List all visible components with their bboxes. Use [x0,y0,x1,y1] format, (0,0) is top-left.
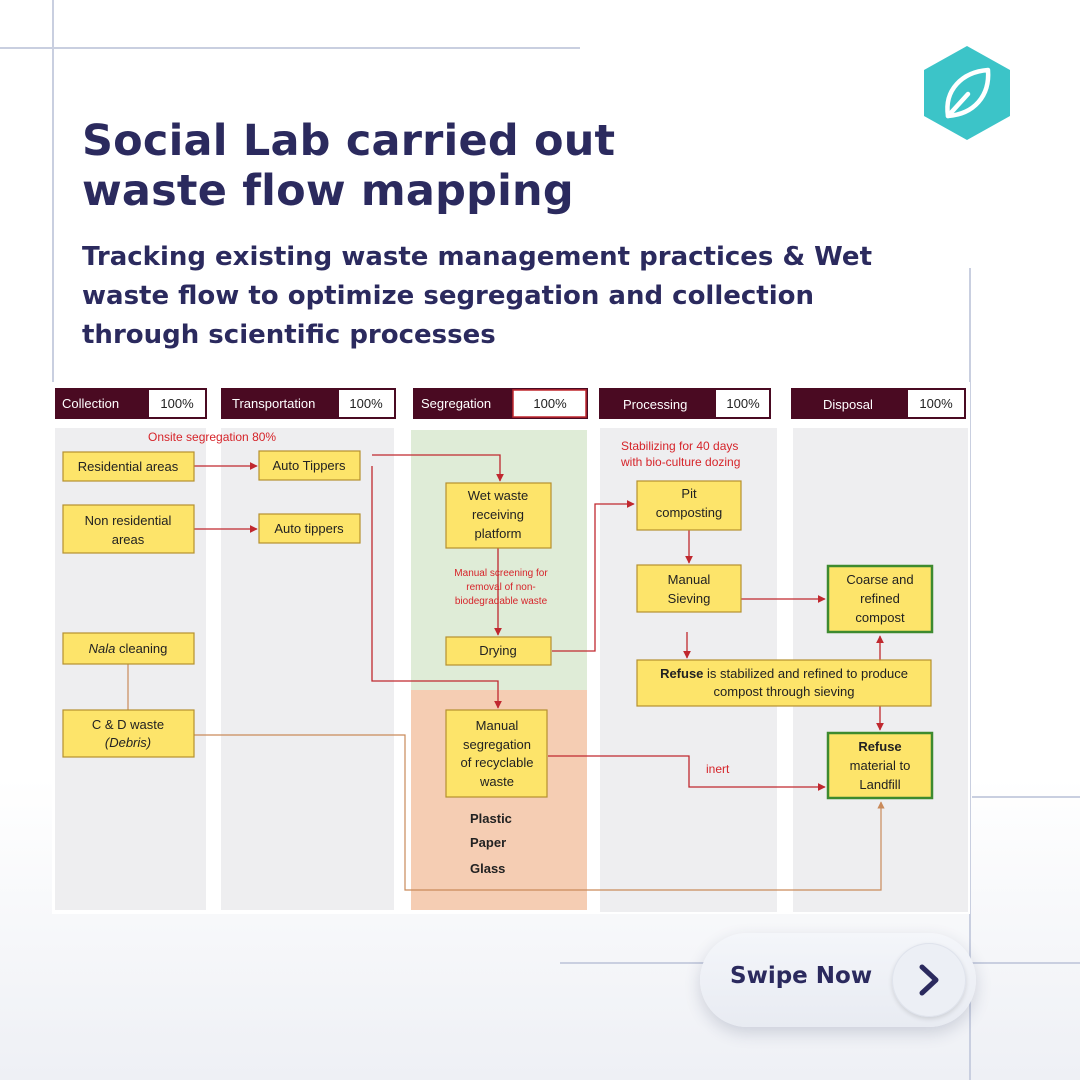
svg-text:compost through sieving: compost through sieving [714,684,855,699]
recyclable-plastic: Plastic [470,811,512,826]
stage-value: 100% [726,396,760,411]
inert-annotation: inert [706,762,730,776]
recyclable-glass: Glass [470,861,505,876]
svg-text:(Debris): (Debris) [105,735,151,750]
stage-header-transportation: Transportation 100% [221,388,396,419]
swipe-now-label: Swipe Now [730,963,873,989]
drying-box: Drying [445,636,552,666]
svg-text:Refuse is stabilized and refin: Refuse is stabilized and refined to prod… [660,666,908,681]
lane-transportation [221,428,394,910]
refuse-stabilized-box: Refuse is stabilized and refined to prod… [636,659,932,707]
stage-label: Segregation [421,396,491,411]
svg-text:areas: areas [112,532,145,547]
svg-text:composting: composting [656,505,722,520]
grid-line [0,47,580,49]
stabilizing-annotation: Stabilizing for 40 days [621,439,738,453]
svg-text:Drying: Drying [479,643,517,658]
residential-areas-box: Residential areas [62,451,195,482]
coarse-compost-box: Coarse and refined compost [826,564,934,634]
stage-header-disposal: Disposal 100% [791,388,966,419]
swipe-now-button[interactable]: Swipe Now [700,933,976,1027]
screening-annotation: Manual screening for [454,568,548,579]
svg-text:Pit: Pit [681,486,697,501]
screening-annotation: biodegradable waste [455,596,548,607]
nala-cleaning-box: Nala cleaning [62,632,195,665]
stage-label: Transportation [232,396,315,411]
svg-text:Sieving: Sieving [668,591,711,606]
svg-text:Residential areas: Residential areas [78,459,179,474]
stage-value: 100% [919,396,953,411]
manual-segregation-box: Manual segregation of recyclable waste [445,709,548,798]
manual-sieving-box: Manual Sieving [636,564,742,613]
svg-text:Nala cleaning: Nala cleaning [89,641,168,656]
onsite-annotation: Onsite segregation 80% [148,430,276,444]
stage-header-collection: Collection 100% [55,388,207,419]
svg-text:platform: platform [475,526,522,541]
brand-logo [922,44,1012,142]
wet-waste-platform-box: Wet waste receiving platform [445,482,552,549]
stage-value: 100% [349,396,383,411]
stage-label: Disposal [823,397,873,412]
svg-text:receiving: receiving [472,507,524,522]
auto-tippers-box-1: Auto Tippers [258,450,361,481]
svg-text:material to: material to [850,758,911,773]
svg-text:Wet waste: Wet waste [468,488,528,503]
leaf-hexagon-icon [924,46,1010,140]
stage-label: Processing [623,397,687,412]
stage-label: Collection [62,396,119,411]
svg-text:refined: refined [860,591,900,606]
landfill-box: Refuse material to Landfill [826,731,934,800]
svg-text:Manual: Manual [476,718,519,733]
svg-text:Non residential: Non residential [85,513,172,528]
svg-text:segregation: segregation [463,737,531,752]
chevron-right-icon [919,964,939,996]
pit-composting-box: Pit composting [636,480,742,531]
lane-collection [55,428,206,910]
screening-annotation: removal of non- [466,582,535,593]
cd-waste-box: C & D waste (Debris) [62,709,195,758]
non-residential-areas-box: Non residential areas [62,504,195,554]
svg-text:Coarse and: Coarse and [846,572,913,587]
svg-text:C & D waste: C & D waste [92,717,164,732]
svg-text:waste: waste [479,774,514,789]
stage-value: 100% [533,396,567,411]
page-subtitle: Tracking existing waste management pract… [82,242,872,350]
title-line-2: waste flow mapping [82,166,574,216]
svg-text:Landfill: Landfill [859,777,900,792]
waste-flow-diagram: Collection 100% Transportation 100% Segr… [52,382,970,914]
recyclable-paper: Paper [470,835,506,850]
stage-value: 100% [160,396,194,411]
title-line-1: Social Lab carried out [82,116,616,166]
svg-text:Manual: Manual [668,572,711,587]
svg-text:Auto tippers: Auto tippers [274,521,344,536]
page-title: Social Lab carried out waste flow mappin… [82,116,615,216]
stage-header-processing: Processing 100% [599,388,771,419]
grid-line [972,796,1080,798]
svg-text:Refuse: Refuse [858,739,901,754]
stage-header-segregation: Segregation 100% [413,388,588,419]
auto-tippers-box-2: Auto tippers [258,513,361,544]
stabilizing-annotation: with bio-culture dozing [620,455,740,469]
swipe-next-circle[interactable] [892,943,966,1017]
svg-text:of recyclable: of recyclable [461,755,534,770]
svg-text:Auto Tippers: Auto Tippers [273,458,346,473]
svg-text:compost: compost [855,610,905,625]
